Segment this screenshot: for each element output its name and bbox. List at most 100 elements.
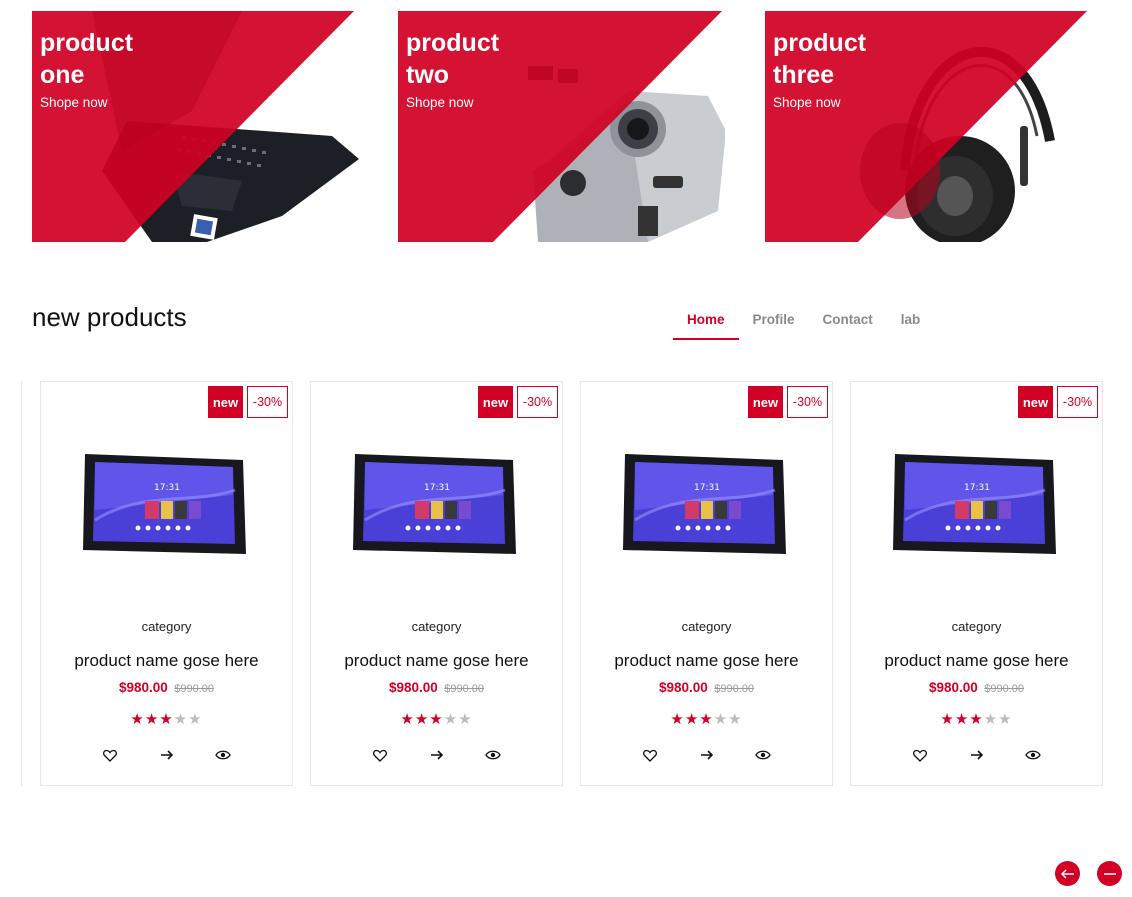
shop-now-link[interactable]: Shope now <box>773 95 866 110</box>
product-image[interactable]: 17:31 <box>83 450 248 560</box>
sale-badge: -30% <box>247 386 288 418</box>
new-badge: new <box>478 386 513 418</box>
product-category: category <box>411 619 462 634</box>
compare-button[interactable] <box>696 745 718 765</box>
product-category: category <box>141 619 192 634</box>
star-icon: ★ <box>670 710 685 728</box>
star-icon: ★ <box>728 710 743 728</box>
shop-now-link[interactable]: Shope now <box>40 95 133 110</box>
arrow-left-icon <box>1060 868 1074 879</box>
star-icon: ★ <box>159 710 174 728</box>
banner-product-two[interactable]: product two Shope now <box>398 11 725 242</box>
star-icon: ★ <box>188 710 203 728</box>
slider-prev-button[interactable] <box>1055 861 1080 886</box>
compare-button[interactable] <box>156 745 178 765</box>
tablet-image: 17:31 <box>353 454 516 554</box>
product-actions <box>99 745 234 765</box>
product-card[interactable]: new -30% 17:31 category product name gos… <box>310 381 563 786</box>
product-actions <box>639 745 774 765</box>
tablet-clock: 17:31 <box>964 483 990 493</box>
tab-contact[interactable]: Contact <box>809 305 887 340</box>
product-actions <box>369 745 504 765</box>
old-price: $990.00 <box>444 683 485 695</box>
product-price: $980.00 $990.00 <box>41 679 292 697</box>
section-tabs: Home Profile Contact lab <box>673 305 934 340</box>
sale-badge: -30% <box>787 386 828 418</box>
banner-title: product three <box>773 29 867 89</box>
arrow-right-icon <box>970 750 983 760</box>
star-icon: ★ <box>130 710 145 728</box>
product-name[interactable]: product name gose here <box>851 651 1102 671</box>
banner-title: product two <box>406 29 500 89</box>
arrow-right-icon <box>700 750 713 760</box>
current-price: $980.00 <box>118 680 168 695</box>
star-icon: ★ <box>429 710 444 728</box>
banner-title: product one <box>40 29 134 89</box>
heart-icon <box>913 749 927 762</box>
heart-icon <box>103 749 117 762</box>
add-to-wishlist-button[interactable] <box>99 745 121 765</box>
eye-icon <box>215 750 231 760</box>
slider-edge-divider <box>21 381 22 786</box>
tablet-image: 17:31 <box>83 454 246 554</box>
product-card[interactable]: new -30% 17:31 category product name gos… <box>580 381 833 786</box>
heart-icon <box>643 749 657 762</box>
product-image[interactable]: 17:31 <box>353 450 518 560</box>
add-to-wishlist-button[interactable] <box>369 745 391 765</box>
old-price: $990.00 <box>984 683 1025 695</box>
star-icon: ★ <box>443 710 459 728</box>
product-card[interactable]: new -30% 17:31 category product name gos… <box>40 381 293 786</box>
quick-view-button[interactable] <box>212 745 234 765</box>
sale-badge: -30% <box>1057 386 1098 418</box>
quick-view-button[interactable] <box>752 745 774 765</box>
new-badge: new <box>1018 386 1053 418</box>
arrow-right-icon <box>430 750 443 760</box>
star-icon: ★ <box>969 710 984 728</box>
banner-product-three[interactable]: product three Shope now <box>765 11 1092 242</box>
slider-next-button[interactable] <box>1097 861 1122 886</box>
tablet-clock: 17:31 <box>154 483 180 493</box>
tab-profile[interactable]: Profile <box>739 305 809 340</box>
current-price: $980.00 <box>658 680 708 695</box>
heart-icon <box>373 749 387 762</box>
product-rating: ★★★★★ <box>851 710 1102 728</box>
star-icon: ★ <box>998 710 1013 728</box>
tab-lab[interactable]: lab <box>887 305 935 340</box>
new-badge: new <box>208 386 243 418</box>
product-rating: ★★★★★ <box>311 710 562 728</box>
arrow-right-icon <box>1103 872 1116 875</box>
star-icon: ★ <box>400 710 415 728</box>
star-icon: ★ <box>699 710 714 728</box>
tab-home[interactable]: Home <box>673 305 739 340</box>
quick-view-button[interactable] <box>1022 745 1044 765</box>
add-to-wishlist-button[interactable] <box>909 745 931 765</box>
compare-button[interactable] <box>426 745 448 765</box>
product-card[interactable]: new -30% 17:31 category product name gos… <box>850 381 1103 786</box>
product-rating: ★★★★★ <box>41 710 292 728</box>
add-to-wishlist-button[interactable] <box>639 745 661 765</box>
star-icon: ★ <box>983 710 999 728</box>
product-name[interactable]: product name gose here <box>41 651 292 671</box>
product-price: $980.00 $990.00 <box>581 679 832 697</box>
current-price: $980.00 <box>928 680 978 695</box>
product-category: category <box>951 619 1002 634</box>
product-name[interactable]: product name gose here <box>311 651 562 671</box>
old-price: $990.00 <box>174 683 215 695</box>
tablet-clock: 17:31 <box>694 483 720 493</box>
banner-product-one[interactable]: product one Shope now <box>32 11 359 242</box>
quick-view-button[interactable] <box>482 745 504 765</box>
star-icon: ★ <box>713 710 729 728</box>
eye-icon <box>755 750 771 760</box>
product-name[interactable]: product name gose here <box>581 651 832 671</box>
product-image[interactable]: 17:31 <box>893 450 1058 560</box>
product-price: $980.00 $990.00 <box>311 679 562 697</box>
star-icon: ★ <box>173 710 189 728</box>
star-icon: ★ <box>684 710 700 728</box>
compare-button[interactable] <box>966 745 988 765</box>
eye-icon <box>485 750 501 760</box>
sale-badge: -30% <box>517 386 558 418</box>
shop-now-link[interactable]: Shope now <box>406 95 499 110</box>
section-title: new products <box>32 302 187 332</box>
product-image[interactable]: 17:31 <box>623 450 788 560</box>
product-actions <box>909 745 1044 765</box>
